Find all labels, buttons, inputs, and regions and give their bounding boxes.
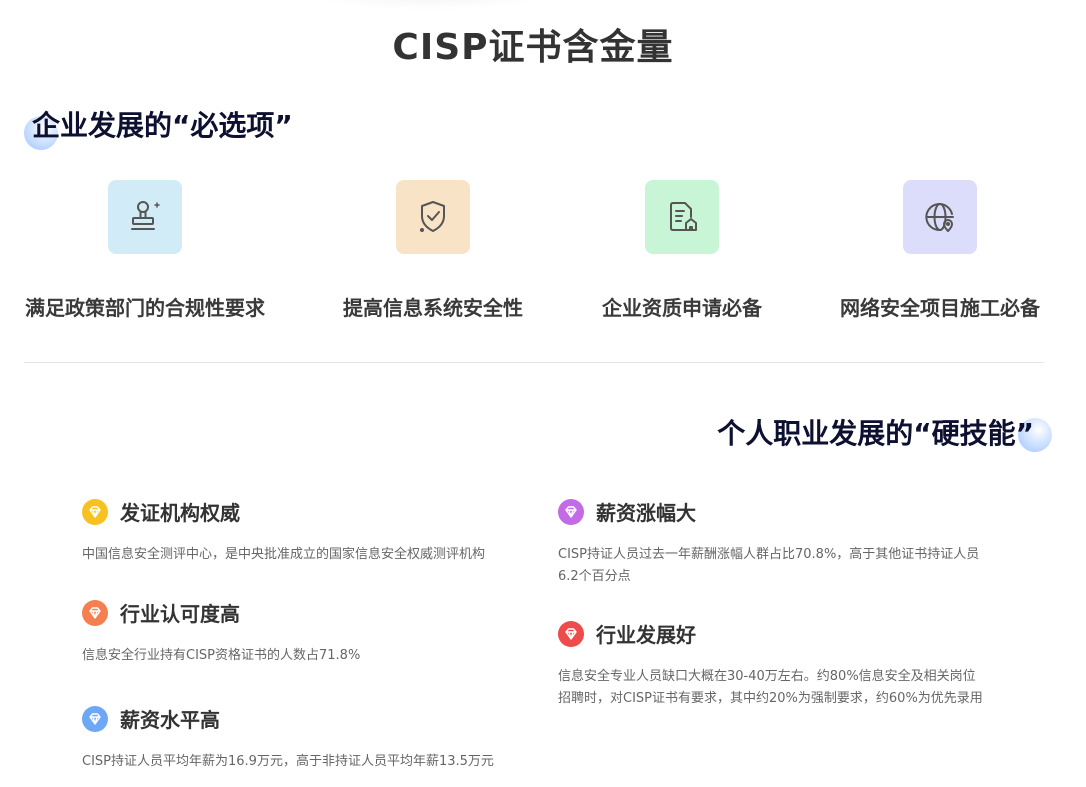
feature-tile	[108, 180, 182, 254]
section-heading-text: 企业发展的“必选项”	[32, 109, 293, 142]
career-item-desc: CISP持证人员平均年薪为16.9万元，高于非持证人员平均年薪13.5万元	[82, 754, 494, 769]
diamond-icon	[82, 498, 108, 525]
career-item-salary-level: 薪资水平高 CISP持证人员平均年薪为16.9万元，高于非持证人员平均年薪13.…	[82, 704, 522, 773]
career-item-industry-outlook: 行业发展好 信息安全专业人员缺口大概在30-40万左右。约80%信息安全及相关岗…	[558, 619, 988, 710]
feature-label: 网络安全项目施工必备	[840, 296, 1040, 320]
career-item-recognition: 行业认可度高 信息安全行业持有CISP资格证书的人数占71.8%	[82, 598, 522, 667]
career-item-title: 行业认可度高	[120, 602, 240, 626]
document-house-icon	[670, 202, 697, 231]
section-divider	[24, 362, 1044, 363]
feature-label: 满足政策部门的合规性要求	[25, 296, 265, 320]
feature-label: 提高信息系统安全性	[343, 296, 523, 320]
section-heading-career: 个人职业发展的“硬技能”	[717, 412, 1052, 452]
diamond-icon	[558, 498, 584, 525]
career-item-authority: 发证机构权威 中国信息安全测评中心，是中央批准成立的国家信息安全权威测评机构	[82, 497, 522, 566]
career-item-desc: 信息安全行业持有CISP资格证书的人数占71.8%	[82, 648, 361, 663]
section-heading-text: 个人职业发展的“硬技能”	[717, 417, 1034, 450]
feature-label: 企业资质申请必备	[602, 296, 762, 320]
feature-compliance: 满足政策部门的合规性要求	[5, 180, 285, 321]
feature-network-project: 网络安全项目施工必备	[800, 180, 1080, 321]
career-item-desc: 中国信息安全测评中心，是中央批准成立的国家信息安全权威测评机构	[82, 547, 486, 562]
feature-tile	[396, 180, 470, 254]
career-item-salary-growth: 薪资涨幅大 CISP持证人员过去一年薪酬涨幅人群占比70.8%，高于其他证书持证…	[558, 497, 988, 588]
diamond-icon	[558, 620, 584, 647]
diamond-icon	[82, 705, 108, 732]
top-decoration	[290, 0, 570, 10]
feature-tile	[645, 180, 719, 254]
career-item-desc: 信息安全专业人员缺口大概在30-40万左右。约80%信息安全及相关岗位招聘时，对…	[558, 669, 983, 706]
career-item-title: 发证机构权威	[120, 501, 240, 525]
feature-tile	[903, 180, 977, 254]
section-heading-enterprise: 企业发展的“必选项”	[24, 104, 293, 150]
career-item-title: 行业发展好	[596, 623, 696, 647]
feature-qualification: 企业资质申请必备	[542, 180, 822, 321]
career-item-desc: CISP持证人员过去一年薪酬涨幅人群占比70.8%，高于其他证书持证人员6.2个…	[558, 547, 980, 584]
feature-security: 提高信息系统安全性	[293, 180, 573, 321]
page-title: CISP证书含金量	[392, 27, 674, 68]
career-item-title: 薪资涨幅大	[596, 501, 696, 525]
shield-check-icon	[420, 201, 445, 232]
globe-pin-icon	[925, 203, 954, 232]
stamp-icon	[131, 201, 160, 230]
career-item-title: 薪资水平高	[120, 708, 220, 732]
diamond-icon	[82, 599, 108, 626]
